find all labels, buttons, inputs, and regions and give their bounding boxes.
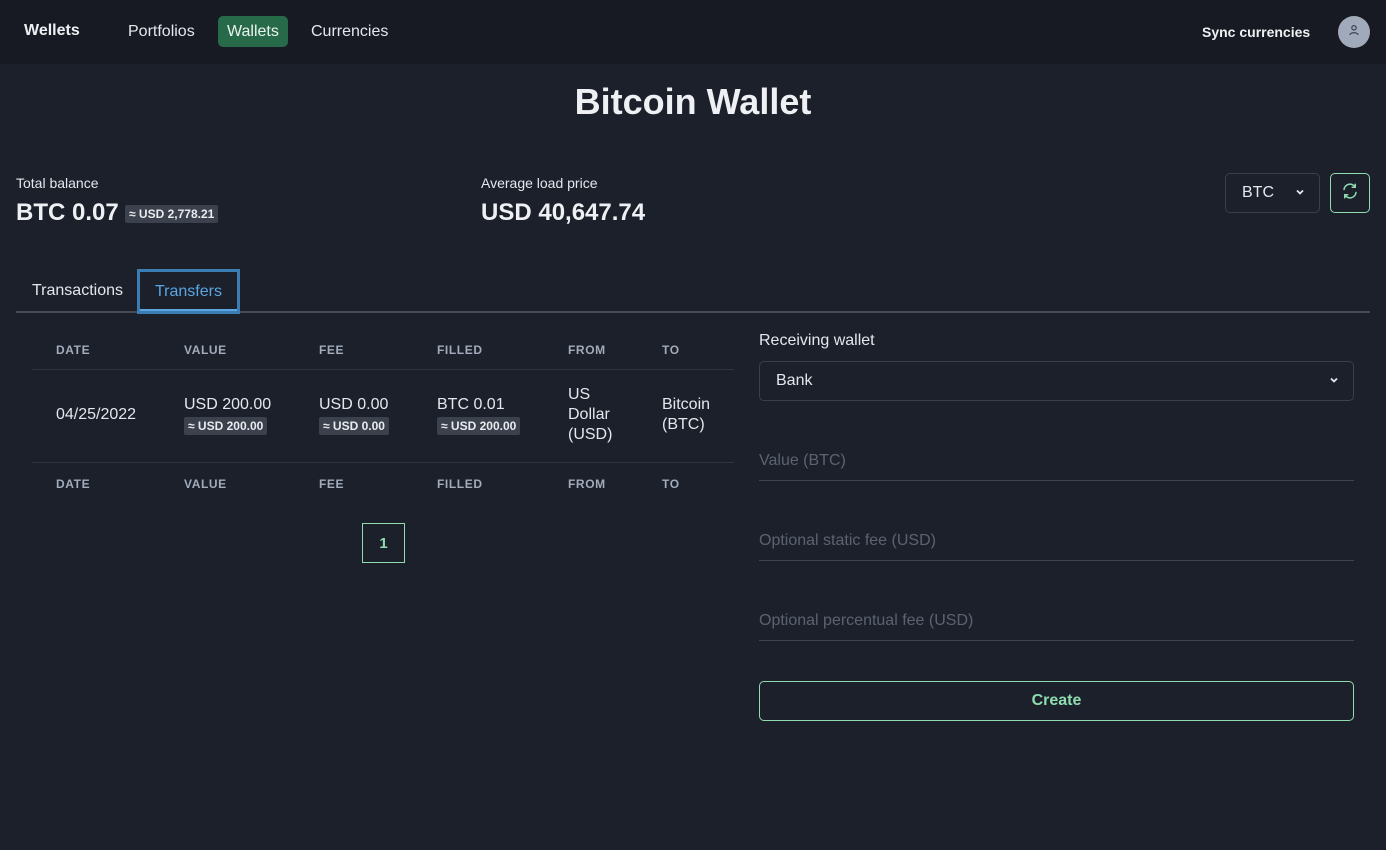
create-button[interactable]: Create — [759, 681, 1354, 721]
header-date: DATE — [56, 343, 91, 357]
receiving-wallet-select[interactable]: Bank — [759, 361, 1354, 401]
cell-filled: BTC 0.01 ≈ USD 200.00 — [437, 395, 521, 436]
value-input[interactable]: Value (BTC) — [759, 441, 1354, 481]
refresh-button[interactable] — [1330, 173, 1370, 213]
footer-from: FROM — [568, 477, 606, 491]
cell-date: 04/25/2022 — [56, 406, 137, 423]
header-to: TO — [662, 343, 680, 357]
total-balance-value: BTC 0.07 — [16, 199, 119, 226]
static-fee-input[interactable]: Optional static fee (USD) — [759, 521, 1354, 561]
nav-item-wallets[interactable]: Wallets — [218, 16, 288, 47]
pagination-page-button[interactable]: 1 — [362, 523, 405, 563]
cell-value-converted-badge: ≈ USD 200.00 — [184, 417, 268, 435]
total-balance-converted-badge: ≈ USD 2,778.21 — [125, 205, 219, 223]
footer-filled: FILLED — [437, 477, 483, 491]
cell-to: Bitcoin (BTC) — [662, 396, 711, 433]
row-divider — [32, 369, 734, 370]
brand-logo[interactable]: Wellets — [24, 22, 80, 40]
header-value: VALUE — [184, 343, 227, 357]
cell-from: US Dollar (USD) — [568, 386, 613, 443]
chevron-down-icon — [1329, 362, 1339, 400]
header-fee: FEE — [319, 343, 345, 357]
nav-item-currencies[interactable]: Currencies — [302, 16, 397, 47]
cell-value: USD 200.00 ≈ USD 200.00 — [184, 395, 271, 436]
footer-value: VALUE — [184, 477, 227, 491]
top-navbar: Wellets Portfolios Wallets Currencies Sy… — [0, 0, 1386, 64]
cell-fee-converted-badge: ≈ USD 0.00 — [319, 417, 389, 435]
footer-date: DATE — [56, 477, 91, 491]
refresh-icon — [1341, 182, 1359, 205]
chevron-down-icon — [1295, 174, 1305, 212]
footer-to: TO — [662, 477, 680, 491]
cell-fee-amount: USD 0.00 — [319, 396, 389, 413]
receiving-wallet-label: Receiving wallet — [759, 332, 875, 349]
avatar[interactable] — [1338, 16, 1370, 48]
receiving-wallet-value: Bank — [776, 372, 813, 389]
page-title: Bitcoin Wallet — [574, 81, 812, 122]
cell-value-amount: USD 200.00 — [184, 396, 272, 413]
tab-transactions[interactable]: Transactions — [16, 269, 139, 314]
currency-select[interactable]: BTC — [1225, 173, 1320, 213]
nav-item-portfolios[interactable]: Portfolios — [119, 16, 204, 47]
footer-fee: FEE — [319, 477, 345, 491]
cell-filled-amount: BTC 0.01 — [437, 396, 505, 413]
currency-select-value: BTC — [1242, 184, 1274, 201]
sync-currencies-button[interactable]: Sync currencies — [1202, 24, 1310, 40]
cell-fee: USD 0.00 ≈ USD 0.00 — [319, 395, 389, 436]
row-divider — [32, 462, 734, 463]
user-icon — [1348, 23, 1360, 41]
percentual-fee-input[interactable]: Optional percentual fee (USD) — [759, 601, 1354, 641]
average-price-value: USD 40,647.74 — [481, 199, 646, 226]
header-filled: FILLED — [437, 343, 483, 357]
cell-filled-converted-badge: ≈ USD 200.00 — [437, 417, 521, 435]
header-from: FROM — [568, 343, 606, 357]
average-price-label: Average load price — [481, 175, 598, 191]
tab-transfers[interactable]: Transfers — [137, 269, 240, 314]
total-balance-label: Total balance — [16, 175, 99, 191]
